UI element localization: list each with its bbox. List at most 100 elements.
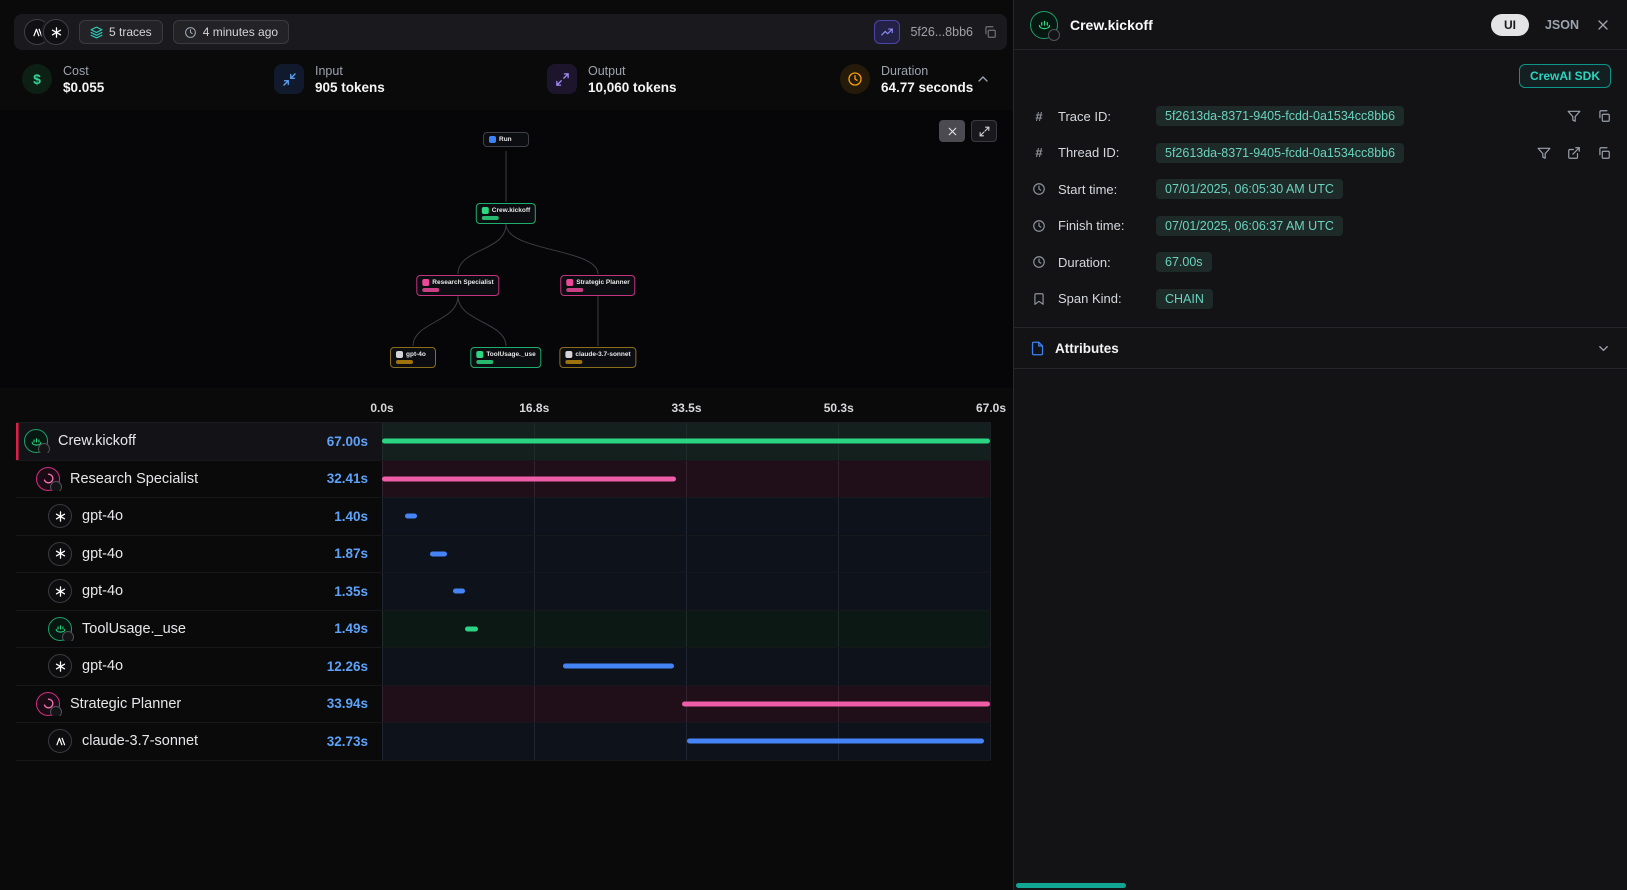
graph-node-crew-kickoff[interactable]: Crew.kickoff — [476, 203, 536, 224]
waterfall-row-gpt-4o[interactable]: gpt-4o 1.87s — [16, 536, 991, 574]
span-duration: 33.94s — [300, 696, 382, 711]
waterfall-row-gpt-4o[interactable]: gpt-4o 1.35s — [16, 573, 991, 611]
graph-node-toolusage[interactable]: ToolUsage._use — [470, 347, 541, 368]
span-bar — [382, 439, 990, 444]
axis-tick: 50.3s — [824, 401, 854, 415]
copy-icon[interactable] — [1597, 109, 1611, 123]
timeline-cell[interactable] — [382, 498, 991, 535]
traces-count-badge[interactable]: 5 traces — [79, 20, 163, 44]
node-label: ToolUsage._use — [486, 351, 535, 358]
input-value: 905 tokens — [315, 80, 385, 95]
graph-node-strategic-planner[interactable]: Strategic Planner — [560, 275, 635, 296]
trending-up-icon — [880, 25, 894, 39]
trace-header-bar: 5 traces 4 minutes ago 5f26...8bb6 — [14, 14, 1007, 50]
arrows-in-icon — [274, 64, 304, 94]
timeline-cell[interactable] — [382, 573, 991, 610]
duration-value: 64.77 seconds — [881, 80, 973, 95]
graph-node-claude[interactable]: claude-3.7-sonnet — [559, 347, 636, 368]
stat-input: Input 905 tokens — [274, 64, 547, 95]
node-status-pill — [482, 216, 499, 220]
timeline-cell[interactable] — [382, 686, 991, 723]
close-icon — [946, 125, 959, 138]
crew-node-icon — [482, 207, 489, 214]
node-status-pill — [476, 360, 493, 364]
axis-tick: 0.0s — [370, 401, 393, 415]
span-duration: 12.26s — [300, 659, 382, 674]
copy-icon[interactable] — [1597, 146, 1611, 160]
span-name: gpt-4o — [82, 546, 123, 562]
timeline-cell[interactable] — [382, 536, 991, 573]
tab-json[interactable]: JSON — [1545, 18, 1579, 32]
graph-close-button[interactable] — [939, 120, 965, 142]
node-label: Strategic Planner — [576, 279, 629, 286]
waterfall-row-toolusage[interactable]: ToolUsage._use 1.49s — [16, 611, 991, 649]
waterfall-row-gpt-4o[interactable]: gpt-4o 1.40s — [16, 498, 991, 536]
field-label: Duration: — [1058, 255, 1146, 270]
field-label: Thread ID: — [1058, 145, 1146, 160]
span-bar — [687, 739, 984, 744]
graph-expand-button[interactable] — [971, 120, 997, 142]
field-label: Start time: — [1058, 182, 1146, 197]
timeline-cell[interactable] — [382, 461, 991, 498]
sdk-badge[interactable]: CrewAI SDK — [1519, 64, 1611, 88]
span-detail-panel: Crew.kickoff UI JSON CrewAI SDK # Trace … — [1013, 0, 1627, 890]
llm-node-icon — [565, 351, 572, 358]
axis-tick: 67.0s — [976, 401, 1006, 415]
span-duration: 1.40s — [300, 509, 382, 524]
axis-tick: 33.5s — [671, 401, 701, 415]
filter-icon[interactable] — [1567, 109, 1581, 123]
timeline-cell[interactable] — [382, 648, 991, 685]
attributes-section[interactable]: Attributes — [1014, 327, 1627, 369]
timeline-cell[interactable] — [382, 611, 991, 648]
node-label: Run — [499, 136, 512, 143]
field-trace-id: # Trace ID: 5f2613da-8371-9405-fcdd-0a15… — [1030, 98, 1611, 135]
tab-ui[interactable]: UI — [1491, 14, 1529, 36]
graph-node-gpt-4o[interactable]: gpt-4o — [390, 347, 436, 368]
thread-id-value[interactable]: 5f2613da-8371-9405-fcdd-0a1534cc8bb6 — [1156, 143, 1404, 163]
span-name: ToolUsage._use — [82, 621, 186, 637]
agent-icon — [36, 692, 60, 716]
model-logos — [24, 19, 69, 45]
external-link-icon[interactable] — [1567, 146, 1581, 160]
chevron-down-icon[interactable] — [1596, 341, 1611, 356]
span-duration: 1.49s — [300, 621, 382, 636]
panel-scrollbar-thumb[interactable] — [1016, 883, 1126, 888]
duration-label: Duration — [881, 64, 973, 78]
start-time-value: 07/01/2025, 06:05:30 AM UTC — [1156, 179, 1343, 199]
copy-icon — [983, 25, 997, 39]
timeline-cell[interactable] — [382, 423, 991, 460]
waterfall-row-research-specialist[interactable]: Research Specialist 32.41s — [16, 461, 991, 499]
node-status-pill — [565, 360, 582, 364]
graph-node-run[interactable]: Run — [483, 132, 529, 147]
node-status-pill — [566, 288, 583, 292]
filter-icon[interactable] — [1537, 146, 1551, 160]
crewai-icon — [1030, 11, 1058, 39]
trace-id-value[interactable]: 5f2613da-8371-9405-fcdd-0a1534cc8bb6 — [1156, 106, 1404, 126]
copy-trace-id-button[interactable] — [983, 25, 997, 39]
chevron-up-icon — [975, 71, 991, 87]
waterfall-row-claude[interactable]: claude-3.7-sonnet 32.73s — [16, 723, 991, 761]
waterfall-row-gpt-4o[interactable]: gpt-4o 12.26s — [16, 648, 991, 686]
graph-controls — [939, 120, 997, 142]
span-duration: 67.00s — [300, 434, 382, 449]
span-bar — [682, 701, 990, 706]
waterfall-row-crew-kickoff[interactable]: Crew.kickoff 67.00s — [16, 423, 991, 461]
panel-header: Crew.kickoff UI JSON — [1014, 0, 1627, 50]
collapse-stats-button[interactable] — [975, 71, 991, 87]
span-duration: 1.35s — [300, 584, 382, 599]
trace-graph: Run Crew.kickoff Research Specialist Str… — [0, 110, 1013, 388]
clock-icon — [184, 26, 197, 39]
graph-node-research-specialist[interactable]: Research Specialist — [416, 275, 499, 296]
timeline-cell[interactable] — [382, 723, 991, 760]
panel-close-button[interactable] — [1595, 17, 1611, 33]
finish-time-value: 07/01/2025, 06:06:37 AM UTC — [1156, 216, 1343, 236]
traces-count-label: 5 traces — [109, 25, 152, 39]
waterfall-row-strategic-planner[interactable]: Strategic Planner 33.94s — [16, 686, 991, 724]
trend-button[interactable] — [874, 20, 900, 44]
clock-icon — [840, 64, 870, 94]
tool-node-icon — [476, 351, 483, 358]
span-name: Strategic Planner — [70, 696, 181, 712]
arrows-out-icon — [547, 64, 577, 94]
node-status-pill — [396, 360, 413, 364]
stats-row: $ Cost $0.055 Input 905 tokens Output 10… — [0, 50, 1013, 108]
